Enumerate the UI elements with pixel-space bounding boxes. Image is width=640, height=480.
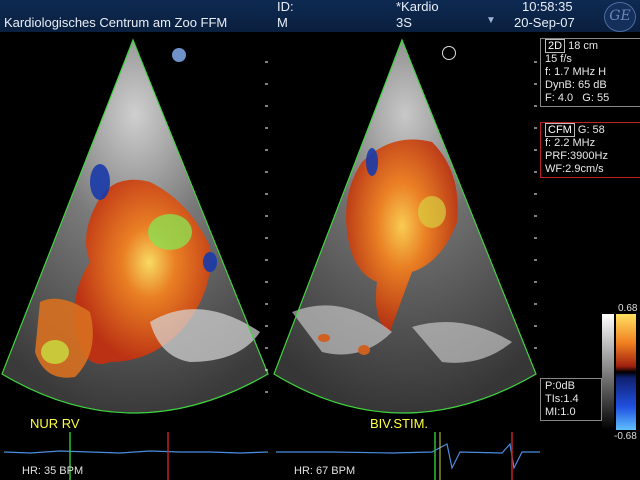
tis-value: TIs:1.4 [545, 393, 579, 405]
right-image-pane: BIV.STIM. HR: 67 BPM [272, 32, 540, 480]
header-bar: Kardiologisches Centrum am Zoo FFM ID: M… [0, 0, 640, 32]
left-ultrasound-image [1, 38, 269, 480]
prf-value: PRF:3900Hz [545, 150, 608, 162]
left-pane-label: NUR RV [30, 416, 80, 431]
left-reverse-flow [90, 164, 110, 200]
left-heart-rate: HR: 35 BPM [22, 465, 84, 477]
dropdown-arrow-icon[interactable]: ▼ [486, 15, 496, 26]
orientation-marker-outline-icon [442, 46, 456, 60]
color-scale-max: 0.68 [618, 303, 638, 314]
right-pane-label: BIV.STIM. [370, 416, 429, 431]
right-flow-spot-2 [358, 345, 370, 355]
wall-filter-value: WF:2.9cm/s [545, 163, 604, 175]
power-value: P:0dB [545, 380, 575, 392]
exam-date: 20-Sep-07 [514, 15, 575, 30]
grayscale-bar [602, 314, 614, 430]
ge-logo-icon: GE [604, 2, 636, 32]
left-depth-scale [265, 61, 268, 393]
orientation-marker-icon [172, 48, 186, 62]
left-ecg-trace [3, 450, 269, 454]
params-cfm-panel: CFM G: 58 f: 2.2 MHz PRF:3900Hz WF:2.9cm… [540, 122, 640, 178]
clinic-name: Kardiologisches Centrum am Zoo FFM [4, 15, 228, 30]
frame-rate-value: 15 f/s [545, 53, 572, 65]
dynamic-range-value: DynB: 65 dB [545, 79, 607, 91]
left-image-pane: NUR RV HR: 35 BPM [0, 32, 270, 480]
focus-value: F: 4.0 [545, 92, 574, 104]
patient-id-label: ID: [277, 0, 294, 14]
mode-2d-tag: 2D [545, 39, 566, 53]
power-panel: P:0dB TIs:1.4 MI:1.0 [540, 378, 602, 421]
right-depth-scale [534, 61, 537, 349]
mode-cfm-tag: CFM [545, 123, 575, 137]
clock-time: 10:58:35 [522, 0, 573, 14]
gain-cfm-value: G: 58 [577, 124, 605, 136]
right-flow-highlight [418, 196, 446, 228]
right-reverse-flow [366, 148, 378, 176]
right-ultrasound-image [273, 38, 540, 480]
color-scale-min: -0.68 [614, 431, 637, 442]
left-flow-highlight [148, 214, 192, 250]
right-flow-spot [318, 334, 330, 342]
probe-name: 3S [396, 15, 412, 30]
preset-name: *Kardio [396, 0, 439, 14]
mode-label: M [277, 15, 288, 30]
depth-value: 18 cm [568, 40, 599, 52]
color-velocity-bar [616, 314, 636, 430]
right-heart-rate: HR: 67 BPM [294, 465, 356, 477]
left-flow-highlight-2 [41, 340, 69, 364]
left-reverse-flow-2 [203, 252, 217, 272]
frequency-2d-value: f: 1.7 MHz H [545, 66, 607, 78]
gain-2d-value: G: 55 [582, 92, 610, 104]
frequency-cfm-value: f: 2.2 MHz [545, 137, 596, 149]
params-2d-panel: 2D 18 cm 15 f/s f: 1.7 MHz H DynB: 65 dB… [540, 38, 640, 107]
mi-value: MI:1.0 [545, 406, 576, 418]
